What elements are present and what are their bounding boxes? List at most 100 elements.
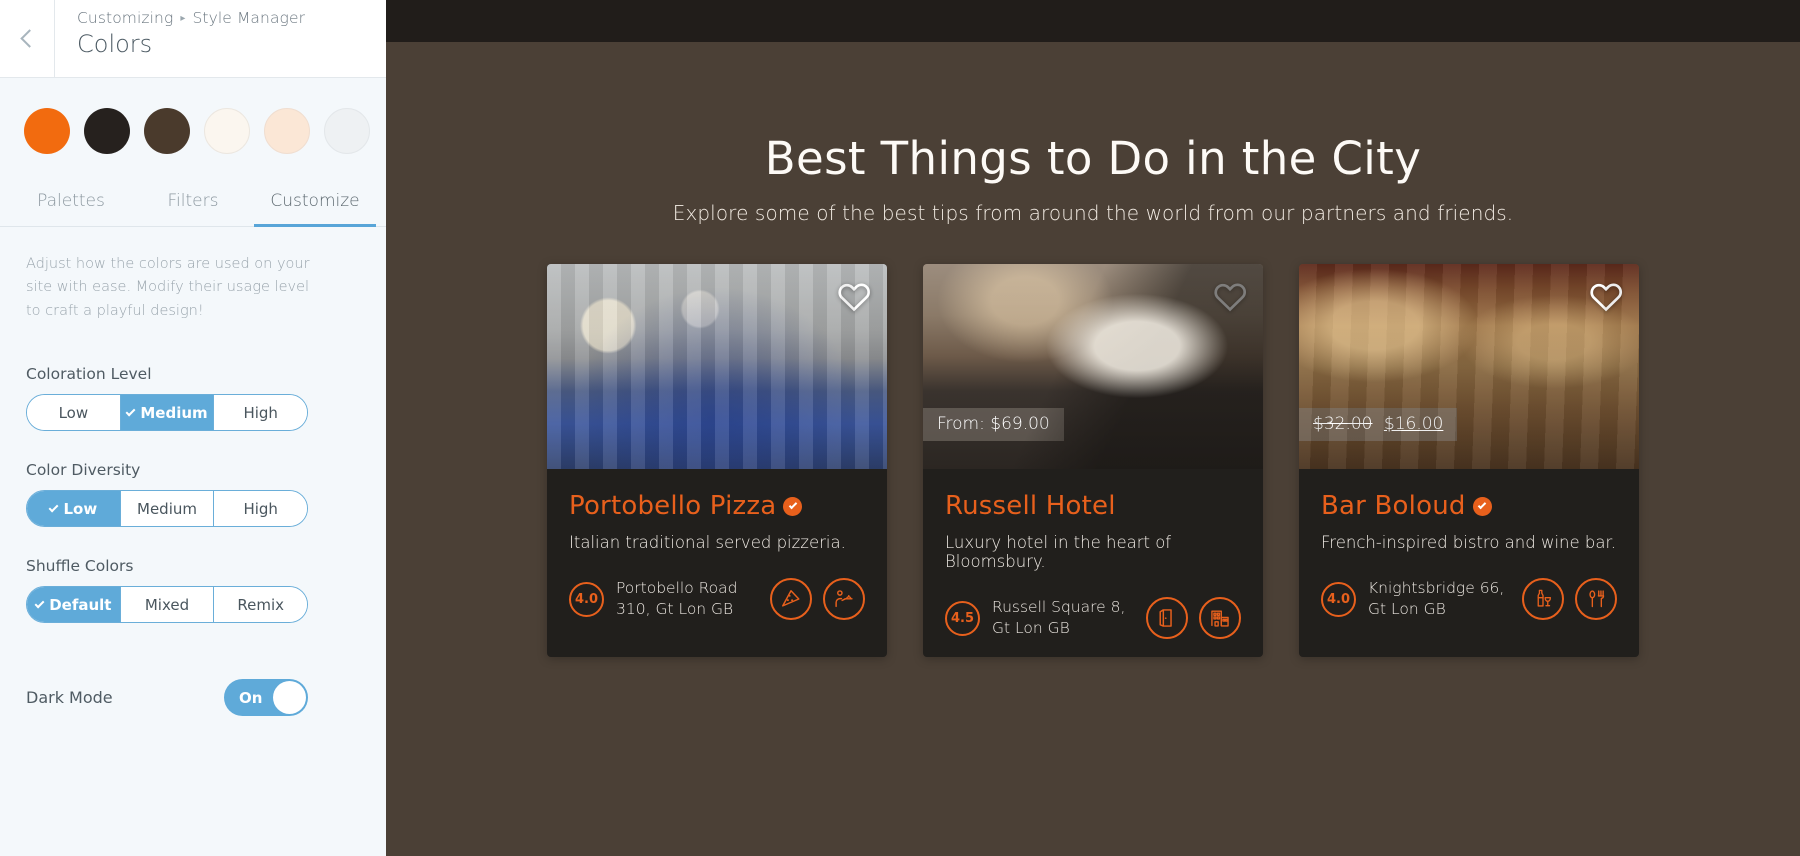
card-title: Bar Boloud (1321, 491, 1466, 521)
preview-topbar (386, 0, 1800, 42)
card-title-row: Russell Hotel (945, 491, 1241, 521)
card-address: Russell Square 8, Gt Lon GB (992, 598, 1126, 637)
option-diversity-high[interactable]: High (214, 491, 307, 527)
option-coloration-high[interactable]: High (214, 395, 307, 431)
breadcrumb: Customizing ▸ Style Manager (77, 9, 305, 27)
option-diversity-medium-label: Medium (137, 499, 197, 518)
label-color-diversity: Color Diversity (26, 461, 141, 480)
hero-section: Best Things to Do in the City Explore so… (386, 42, 1800, 225)
card-subtitle: Luxury hotel in the heart of Bloomsbury. (945, 533, 1172, 571)
hotel-bedroom-photo: From: $69.00 (923, 264, 1263, 469)
price-badge: From: $69.00 (923, 408, 1064, 441)
swatch-cream[interactable] (264, 108, 310, 154)
check-icon (34, 598, 45, 609)
option-coloration-high-label: High (243, 403, 278, 422)
card-subtitle: French-inspired bistro and wine bar. (1321, 533, 1616, 552)
field-shuffle-colors: Shuffle Colors Default Mixed Remix (26, 557, 360, 624)
card-meta: 4.0 Knightsbridge 66, Gt Lon GB (1321, 578, 1617, 620)
rating-badge: 4.5 (945, 600, 980, 636)
option-coloration-low[interactable]: Low (27, 395, 121, 431)
restaurant-interior-photo (547, 264, 887, 469)
sidebar-header: Customizing ▸ Style Manager Colors (0, 0, 386, 78)
door-icon[interactable] (1146, 597, 1188, 639)
swatch-light-grey[interactable] (324, 108, 370, 154)
cutlery-icon[interactable] (1575, 578, 1617, 620)
check-icon (125, 406, 136, 417)
label-shuffle-colors: Shuffle Colors (26, 557, 134, 576)
field-dark-mode: Dark Mode On (26, 679, 308, 717)
building-icon[interactable] (1199, 597, 1241, 639)
heart-icon[interactable] (1211, 277, 1249, 315)
sidebar-tabs: Palettes Filters Customize (0, 182, 386, 227)
bistro-dining-photo: $32.00 $16.00 (1299, 264, 1639, 469)
hero-subtitle: Explore some of the best tips from aroun… (672, 201, 1514, 225)
hero-title: Best Things to Do in the City (764, 132, 1422, 185)
wine-bottle-glass-icon[interactable] (1522, 578, 1564, 620)
back-button[interactable] (0, 0, 55, 77)
chevron-left-icon (19, 29, 39, 48)
breadcrumb-root[interactable]: Customizing (77, 9, 173, 27)
tab-palettes[interactable]: Palettes (10, 182, 132, 227)
field-color-diversity: Color Diversity Low Medium High (26, 461, 360, 528)
option-shuffle-remix-label: Remix (237, 595, 284, 614)
card-title-row: Portobello Pizza (569, 491, 865, 521)
pizza-slice-icon[interactable] (770, 578, 812, 620)
waiter-service-icon[interactable] (823, 578, 865, 620)
option-shuffle-remix[interactable]: Remix (214, 587, 307, 623)
swatch-dark-brown[interactable] (144, 108, 190, 154)
sidebar-title-block: Customizing ▸ Style Manager Colors (55, 0, 305, 77)
discount-price-badge: $32.00 $16.00 (1299, 408, 1458, 441)
panel-description: Adjust how the colors are used on your s… (26, 256, 310, 319)
sidebar-body: Adjust how the colors are used on your s… (0, 227, 386, 717)
option-shuffle-mixed[interactable]: Mixed (120, 587, 215, 623)
color-swatch-row (0, 78, 386, 154)
heart-icon[interactable] (1587, 277, 1625, 315)
card-body: Portobello Pizza Italian traditional ser… (547, 469, 887, 638)
breadcrumb-current[interactable]: Style Manager (192, 9, 305, 27)
card-body: Russell Hotel Luxury hotel in the heart … (923, 469, 1263, 657)
listing-card[interactable]: From: $69.00 Russell Hotel Luxury hotel … (923, 264, 1263, 657)
feature-icons (770, 578, 865, 620)
feature-icons (1522, 578, 1617, 620)
listing-card[interactable]: Portobello Pizza Italian traditional ser… (547, 264, 887, 657)
heart-icon[interactable] (835, 277, 873, 315)
option-diversity-medium[interactable]: Medium (120, 491, 215, 527)
card-address: Knightsbridge 66, Gt Lon GB (1368, 579, 1505, 618)
option-diversity-high-label: High (243, 499, 278, 518)
verified-check-icon (783, 496, 803, 516)
rating-badge: 4.0 (1321, 581, 1356, 617)
card-address: Portobello Road 310, Gt Lon GB (616, 579, 738, 618)
swatch-near-black[interactable] (84, 108, 130, 154)
customizer-app: Customizing ▸ Style Manager Colors Palet… (0, 0, 1800, 856)
breadcrumb-separator-icon: ▸ (180, 12, 186, 24)
option-shuffle-default[interactable]: Default (27, 587, 121, 623)
swatch-off-white[interactable] (204, 108, 250, 154)
card-title-row: Bar Boloud (1321, 491, 1617, 521)
card-title: Russell Hotel (945, 491, 1116, 521)
listing-card[interactable]: $32.00 $16.00 Bar Boloud French-inspired… (1299, 264, 1639, 657)
option-shuffle-default-label: Default (49, 595, 112, 614)
toggle-knob (273, 681, 306, 715)
option-coloration-low-label: Low (58, 403, 89, 422)
option-coloration-medium[interactable]: Medium (120, 395, 215, 431)
tab-customize[interactable]: Customize (254, 182, 376, 227)
card-grid: Portobello Pizza Italian traditional ser… (386, 264, 1800, 657)
segmented-shuffle-colors: Default Mixed Remix (26, 586, 308, 624)
check-icon (49, 502, 59, 513)
label-dark-mode: Dark Mode (26, 688, 113, 708)
label-coloration-level: Coloration Level (26, 365, 152, 384)
page-title: Colors (77, 30, 153, 58)
segmented-coloration-level: Low Medium High (26, 394, 308, 432)
dark-mode-toggle[interactable]: On (224, 679, 308, 717)
option-diversity-low[interactable]: Low (27, 491, 121, 527)
card-subtitle: Italian traditional served pizzeria. (569, 533, 846, 552)
feature-icons (1146, 597, 1241, 639)
dark-mode-state: On (239, 688, 263, 707)
card-meta: 4.5 Russell Square 8, Gt Lon GB (945, 597, 1241, 639)
swatch-accent-orange[interactable] (24, 108, 70, 154)
field-coloration-level: Coloration Level Low Medium High (26, 365, 360, 432)
tab-filters[interactable]: Filters (132, 182, 254, 227)
price-discounted: $16.00 (1383, 414, 1444, 434)
price-original: $32.00 (1313, 414, 1373, 434)
segmented-color-diversity: Low Medium High (26, 490, 308, 528)
